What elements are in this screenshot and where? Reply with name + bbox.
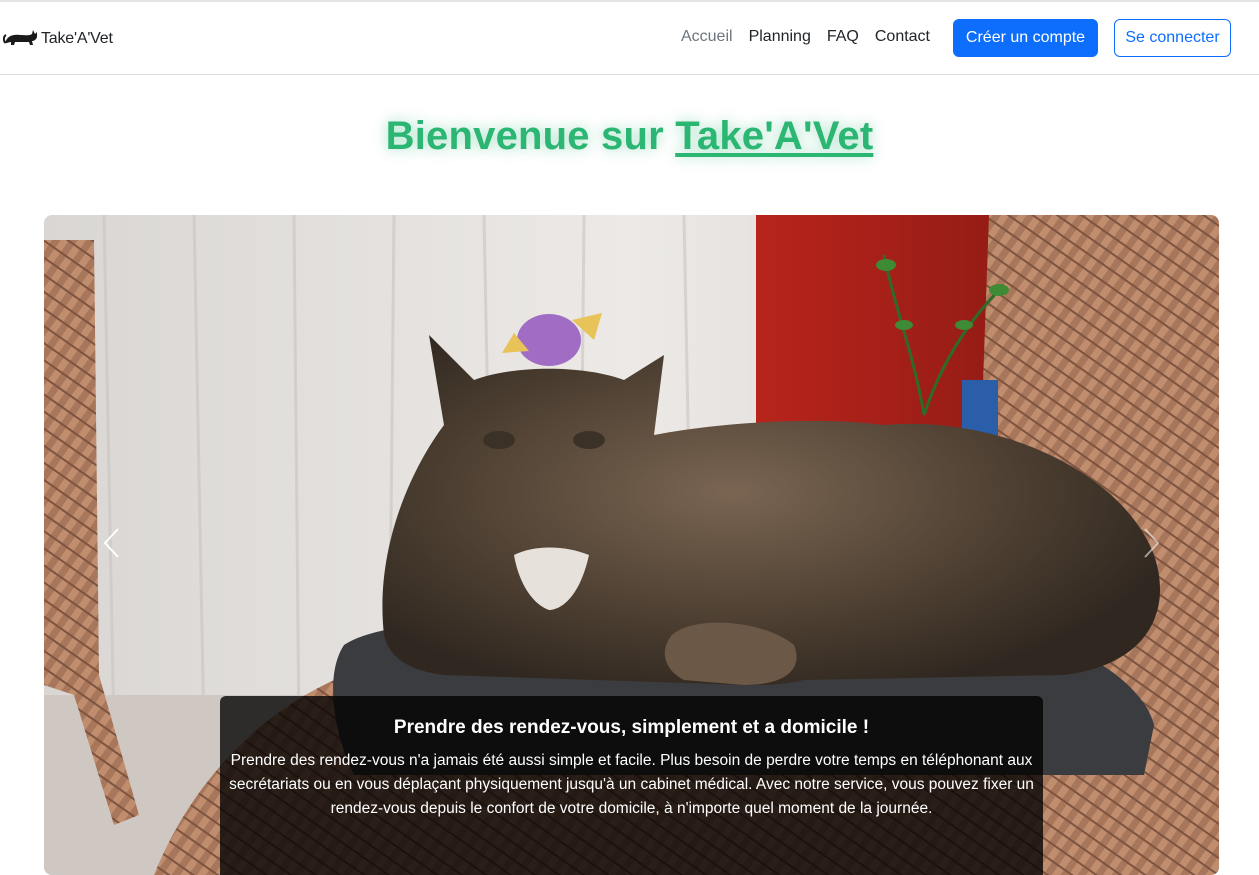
login-button[interactable]: Se connecter: [1114, 19, 1231, 57]
title-prefix: Bienvenue sur: [385, 114, 676, 158]
carousel-prev-button[interactable]: [92, 525, 132, 565]
caption-text: Prendre des rendez-vous n'a jamais été a…: [229, 752, 1034, 817]
chevron-left-icon: [102, 527, 122, 564]
brand-name: Take'A'Vet: [41, 30, 113, 47]
create-account-button[interactable]: Créer un compte: [953, 19, 1098, 57]
carousel: Prendre des rendez-vous, simplement et a…: [44, 215, 1219, 875]
caption-title: Prendre des rendez-vous, simplement et a…: [393, 717, 870, 738]
nav-item-contact[interactable]: Contact: [875, 28, 930, 46]
nav-item-planning[interactable]: Planning: [749, 28, 811, 46]
nav-item-faq[interactable]: FAQ: [827, 28, 859, 46]
brand-link[interactable]: Take'A'Vet: [2, 27, 113, 52]
nav-menu: Accueil Planning FAQ Contact: [681, 28, 930, 46]
page-title: Bienvenue sur Take'A'Vet: [0, 114, 1259, 159]
chevron-right-icon: [1141, 527, 1161, 564]
carousel-caption: Prendre des rendez-vous, simplement et a…: [220, 696, 1043, 875]
cat-icon: [2, 27, 39, 52]
navbar: Take'A'Vet Accueil Planning FAQ Contact …: [0, 2, 1259, 75]
title-brand-link[interactable]: Take'A'Vet: [675, 114, 873, 158]
nav-item-accueil[interactable]: Accueil: [681, 28, 733, 46]
carousel-next-button[interactable]: [1131, 525, 1171, 565]
